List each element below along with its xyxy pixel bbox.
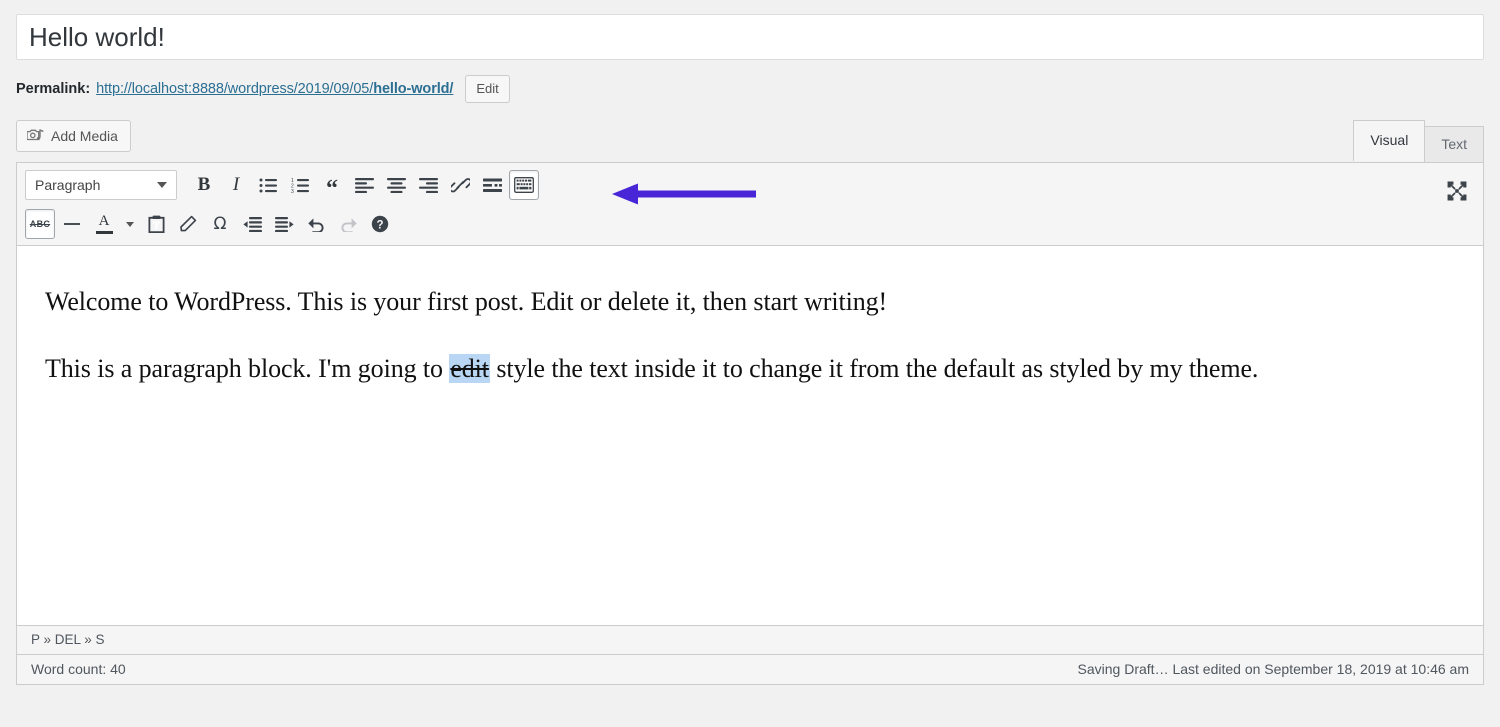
numbered-list-icon: 1 2 3 [291, 178, 310, 193]
tab-text[interactable]: Text [1424, 126, 1484, 164]
editor-mode-tabs: Visual Text [1354, 120, 1484, 161]
blockquote-button[interactable]: “ [317, 170, 347, 200]
clear-formatting-icon [179, 215, 197, 233]
chevron-down-icon [157, 182, 167, 188]
svg-text:3: 3 [291, 189, 294, 193]
bold-icon: B [198, 174, 211, 196]
horizontal-line-button[interactable] [57, 209, 87, 239]
italic-button[interactable]: I [221, 170, 251, 200]
add-media-button[interactable]: Add Media [16, 120, 131, 152]
paste-as-text-icon [148, 215, 165, 233]
paragraph2-text-before: This is a paragraph block. I'm going to [45, 354, 449, 383]
permalink-link[interactable]: http://localhost:8888/wordpress/2019/09/… [96, 81, 453, 97]
keyboard-shortcuts-button[interactable]: ? [365, 209, 395, 239]
toolbar-toggle-icon [514, 177, 534, 193]
bulleted-list-icon [259, 178, 278, 193]
read-more-icon [483, 178, 502, 193]
toolbar-row-1: Paragraph B I [25, 169, 1479, 201]
paragraph2-struck-selection[interactable]: edit [449, 354, 490, 383]
toolbar-row-2: ABC A [25, 208, 1479, 240]
add-media-label: Add Media [51, 127, 118, 145]
content-paragraph-2[interactable]: This is a paragraph block. I'm going to … [45, 349, 1455, 388]
decrease-indent-icon [243, 217, 262, 232]
text-color-swatch [96, 231, 113, 234]
numbered-list-button[interactable]: 1 2 3 [285, 170, 315, 200]
align-left-button[interactable] [349, 170, 379, 200]
increase-indent-button[interactable] [269, 209, 299, 239]
editor-toolbar: Paragraph B I [16, 162, 1484, 246]
tab-visual[interactable]: Visual [1353, 120, 1425, 161]
post-title-input[interactable] [27, 23, 1473, 52]
special-character-icon: Ω [214, 216, 227, 233]
wordpress-classic-editor: Permalink: http://localhost:8888/wordpre… [0, 0, 1500, 727]
element-path[interactable]: P » DEL » S [31, 632, 105, 647]
increase-indent-icon [275, 217, 294, 232]
post-title-field[interactable] [16, 14, 1484, 60]
text-color-dropdown-icon [126, 222, 134, 227]
bold-button[interactable]: B [189, 170, 219, 200]
editor-content-area[interactable]: Welcome to WordPress. This is your first… [16, 246, 1484, 626]
text-color-button[interactable]: A [89, 209, 119, 239]
element-path-bar: P » DEL » S [16, 626, 1484, 655]
strikethrough-button[interactable]: ABC [25, 209, 55, 239]
keyboard-shortcuts-icon: ? [371, 215, 389, 233]
paste-as-text-button[interactable] [141, 209, 171, 239]
paragraph-format-value: Paragraph [35, 177, 100, 193]
permalink-url-slug: hello-world/ [373, 81, 453, 97]
undo-button[interactable] [301, 209, 331, 239]
text-color-letter: A [99, 214, 110, 229]
permalink-url-prefix: http://localhost:8888/wordpress/2019/09/… [96, 81, 373, 97]
bulleted-list-button[interactable] [253, 170, 283, 200]
editor-container: Add Media Visual Text Paragraph B I [16, 120, 1484, 685]
redo-icon [339, 216, 358, 232]
align-right-icon [419, 178, 438, 193]
permalink-row: Permalink: http://localhost:8888/wordpre… [16, 75, 1484, 103]
content-paragraph-1[interactable]: Welcome to WordPress. This is your first… [45, 282, 1455, 321]
svg-text:?: ? [376, 219, 383, 231]
italic-icon: I [233, 174, 239, 196]
text-color-icon: A [96, 214, 113, 234]
word-count: Word count: 40 [31, 661, 126, 677]
align-right-button[interactable] [413, 170, 443, 200]
media-buttons-row: Add Media Visual Text [16, 120, 1484, 162]
undo-icon [307, 216, 326, 232]
decrease-indent-button[interactable] [237, 209, 267, 239]
distraction-free-fullscreen-icon [1446, 180, 1468, 207]
paragraph2-text-after: style the text inside it to change it fr… [490, 354, 1258, 383]
insert-link-icon [451, 177, 470, 194]
align-center-icon [387, 178, 406, 193]
clear-formatting-button[interactable] [173, 209, 203, 239]
toolbar-toggle-button[interactable] [509, 170, 539, 200]
redo-button[interactable] [333, 209, 363, 239]
align-left-icon [355, 178, 374, 193]
media-camera-music-icon [27, 129, 44, 144]
distraction-free-button[interactable] [1441, 177, 1473, 209]
permalink-edit-button[interactable]: Edit [465, 75, 509, 103]
blockquote-icon: “ [326, 182, 338, 196]
save-status: Saving Draft… Last edited on September 1… [1078, 661, 1469, 677]
paragraph-format-select[interactable]: Paragraph [25, 170, 177, 200]
align-center-button[interactable] [381, 170, 411, 200]
text-color-dropdown-button[interactable] [121, 209, 139, 239]
read-more-button[interactable] [477, 170, 507, 200]
editor-status-bar: Word count: 40 Saving Draft… Last edited… [16, 655, 1484, 685]
insert-link-button[interactable] [445, 170, 475, 200]
horizontal-line-icon [64, 223, 80, 225]
permalink-label: Permalink: [16, 81, 90, 97]
special-character-button[interactable]: Ω [205, 209, 235, 239]
strikethrough-icon: ABC [30, 219, 50, 229]
